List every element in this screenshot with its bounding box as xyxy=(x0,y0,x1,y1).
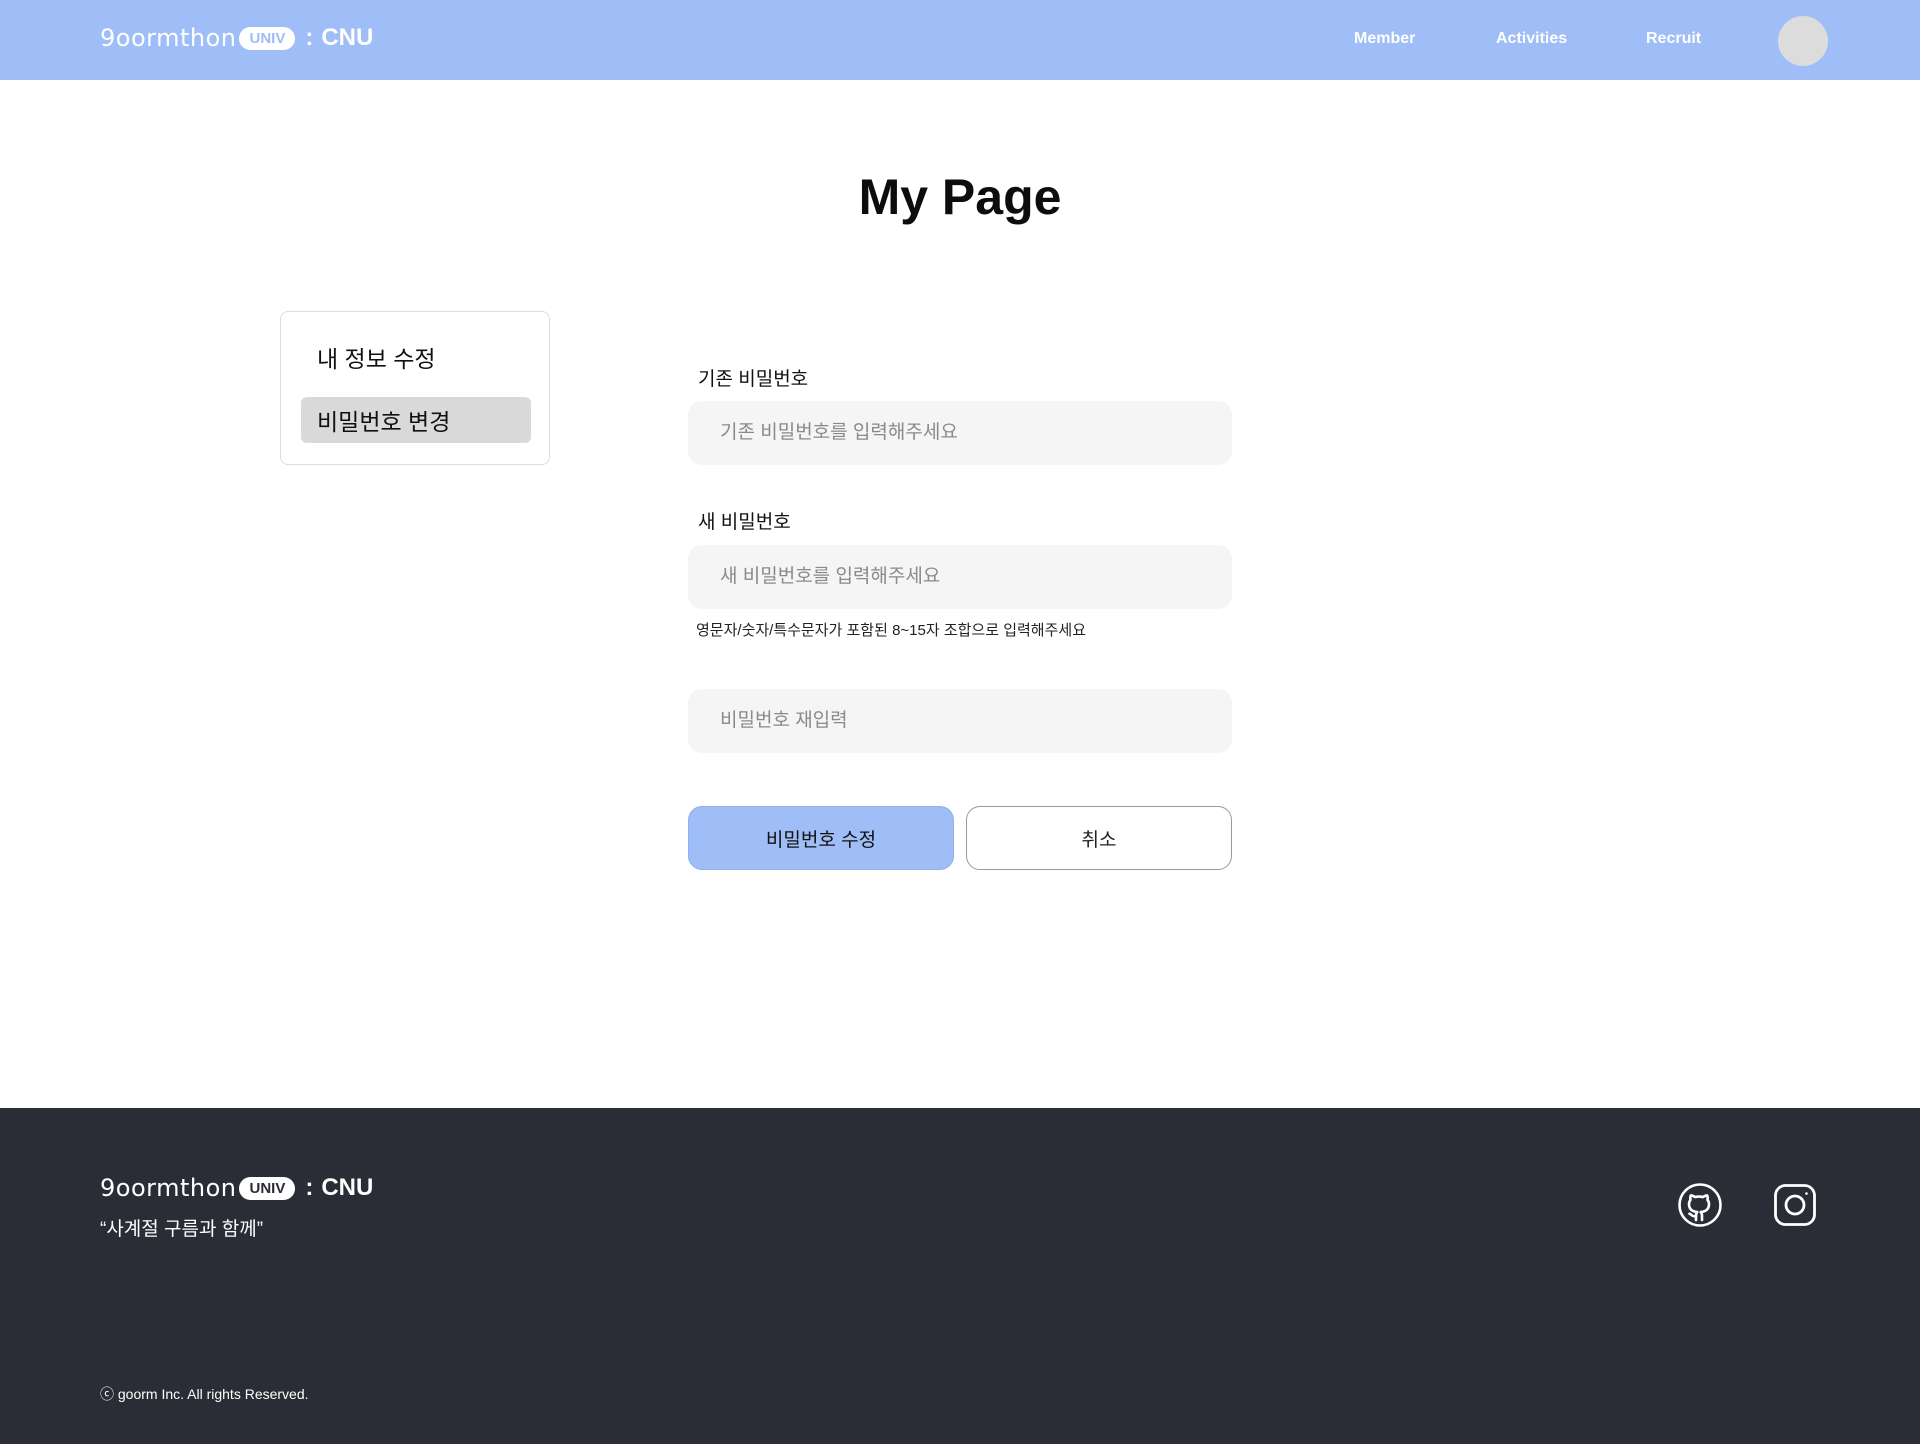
logo-wordmark: 9oormthon xyxy=(100,24,237,52)
footer-slogan: “사계절 구름과 함께” xyxy=(100,1219,264,1240)
logo-school: CNU xyxy=(321,1174,374,1201)
sidebar-item-change-password[interactable]: 비밀번호 변경 xyxy=(301,397,531,443)
confirm-password-input[interactable] xyxy=(688,689,1232,753)
logo-school: CNU xyxy=(321,24,374,51)
page-title: My Page xyxy=(858,169,1062,225)
nav-recruit-link[interactable]: Recruit xyxy=(1646,30,1701,48)
logo-wordmark: 9oormthon xyxy=(100,1174,237,1202)
logo-univ-badge: UNIV xyxy=(239,1176,296,1200)
nav-activities-link[interactable]: Activities xyxy=(1496,30,1567,48)
password-rule-hint: 영문자/숫자/특수문자가 포함된 8~15자 조합으로 입력해주세요 xyxy=(696,622,1086,639)
new-password-label: 새 비밀번호 xyxy=(698,512,791,533)
copyright-text: ⓒ goorm Inc. All rights Reserved. xyxy=(100,1386,309,1402)
logo-univ-badge: UNIV xyxy=(239,26,296,50)
logo-separator: : xyxy=(305,24,314,51)
avatar[interactable] xyxy=(1778,16,1828,66)
new-password-input[interactable] xyxy=(688,545,1232,609)
github-icon[interactable] xyxy=(1677,1182,1723,1228)
sidebar-item-edit-profile[interactable]: 내 정보 수정 xyxy=(301,334,531,380)
mypage-sidebar: 내 정보 수정 비밀번호 변경 xyxy=(280,311,550,465)
current-password-label: 기존 비밀번호 xyxy=(698,369,809,390)
top-header: 9oormthon UNIV : CNU Member Activities R… xyxy=(0,0,1920,80)
sidebar-item-label: 내 정보 수정 xyxy=(317,346,436,372)
cancel-button[interactable]: 취소 xyxy=(966,806,1232,870)
logo-separator: : xyxy=(305,1174,314,1201)
nav-member-link[interactable]: Member xyxy=(1354,30,1415,48)
change-password-button[interactable]: 비밀번호 수정 xyxy=(688,806,954,870)
footer: 9oormthon UNIV : CNU “사계절 구름과 함께” ⓒ goor… xyxy=(0,1108,1920,1444)
sidebar-item-label: 비밀번호 변경 xyxy=(317,409,451,435)
header-logo[interactable]: 9oormthon UNIV : CNU xyxy=(100,24,373,52)
footer-logo: 9oormthon UNIV : CNU xyxy=(100,1174,373,1202)
current-password-input[interactable] xyxy=(688,401,1232,465)
instagram-icon[interactable] xyxy=(1772,1182,1818,1228)
